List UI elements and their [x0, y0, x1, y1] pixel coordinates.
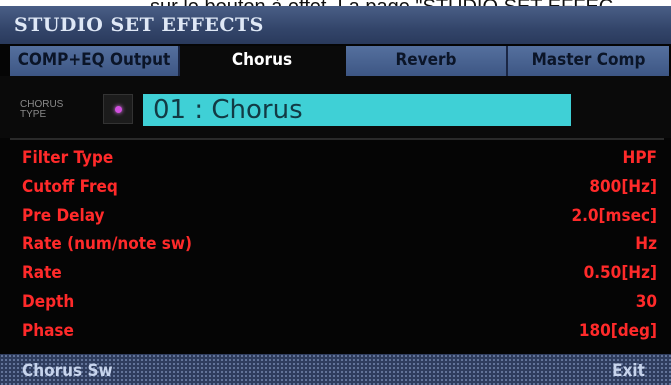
param-name: Phase [22, 320, 74, 341]
tab-reverb[interactable]: Reverb [346, 46, 508, 76]
param-name: Rate [22, 263, 62, 284]
param-value: 180[deg] [578, 320, 657, 341]
param-row-filter-type[interactable]: Filter Type HPF [0, 144, 671, 173]
indicator-dot-icon [115, 106, 122, 113]
param-row-cutoff-freq[interactable]: Cutoff Freq 800[Hz] [0, 173, 671, 202]
param-value: 0.50[Hz] [583, 263, 657, 284]
function-bar: Chorus Sw Exit [0, 354, 671, 385]
param-row-pre-delay[interactable]: Pre Delay 2.0[msec] [0, 202, 671, 231]
param-name: Filter Type [22, 148, 114, 168]
param-row-phase[interactable]: Phase 180[deg] [0, 317, 671, 346]
param-name: Depth [22, 291, 75, 312]
divider [10, 138, 664, 140]
chorus-type-row: CHORUS TYPE 01 : Chorus [0, 76, 671, 138]
chorus-type-value[interactable]: 01 : Chorus [143, 94, 571, 126]
param-value: Hz [635, 234, 657, 255]
param-value: 2.0[msec] [571, 205, 657, 226]
param-row-depth[interactable]: Depth 30 [0, 288, 671, 317]
param-value: HPF [622, 148, 657, 168]
param-name: Pre Delay [22, 205, 105, 226]
chorus-switch-button[interactable]: Chorus Sw [22, 358, 113, 384]
tab-comp-eq-output[interactable]: COMP+EQ Output [10, 46, 180, 76]
param-row-rate[interactable]: Rate 0.50[Hz] [0, 259, 671, 288]
param-value: 30 [635, 291, 657, 312]
chorus-type-label-line2: TYPE [20, 109, 47, 120]
exit-button[interactable]: Exit [612, 358, 645, 384]
chorus-type-label: CHORUS TYPE [20, 100, 63, 120]
param-value: 800[Hz] [589, 176, 657, 197]
synth-screen: STUDIO SET EFFECTS COMP+EQ Output Chorus… [0, 6, 671, 385]
page-title: STUDIO SET EFFECTS [14, 14, 264, 36]
param-name: Rate (num/note sw) [22, 234, 193, 255]
param-name: Cutoff Freq [22, 176, 118, 197]
chorus-type-indicator[interactable] [103, 94, 133, 124]
tab-master-comp[interactable]: Master Comp [508, 46, 669, 76]
title-bar: STUDIO SET EFFECTS [0, 6, 671, 44]
effect-tabs: COMP+EQ Output Chorus Reverb Master Comp [10, 44, 671, 76]
parameter-list: Filter Type HPF Cutoff Freq 800[Hz] Pre … [0, 144, 671, 346]
tab-chorus[interactable]: Chorus [180, 46, 346, 76]
param-row-rate-sw[interactable]: Rate (num/note sw) Hz [0, 230, 671, 259]
